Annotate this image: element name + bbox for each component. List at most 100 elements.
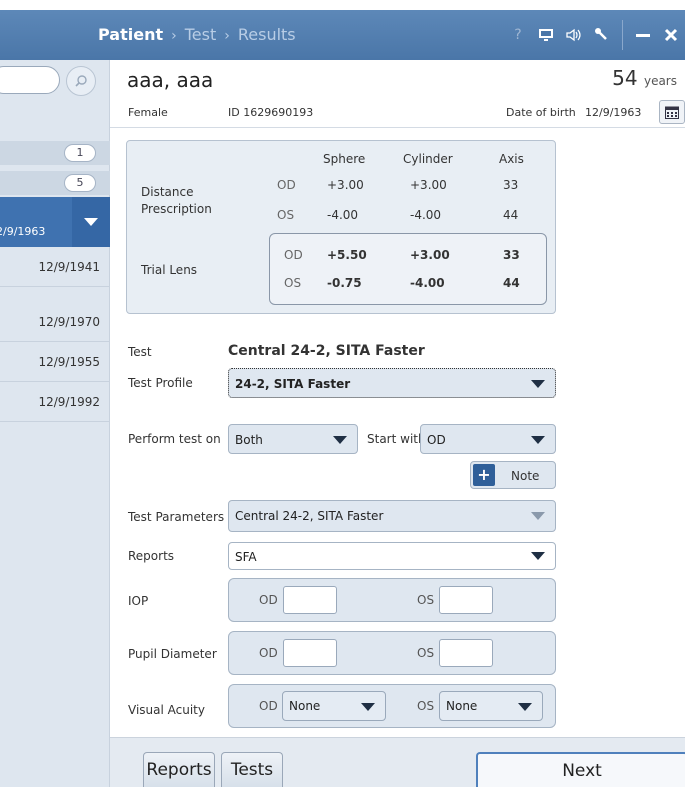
trial-os-sphere: -0.75 <box>327 276 362 290</box>
sidebar-group[interactable]: 5 <box>0 171 110 195</box>
next-button[interactable]: Next <box>476 752 685 787</box>
search-input[interactable] <box>0 66 60 94</box>
note-button-label: Note <box>511 469 540 483</box>
chevron-down-icon <box>361 703 375 711</box>
calendar-icon <box>665 106 679 119</box>
list-item-date: 12/9/1955 <box>38 355 100 369</box>
test-profile-label: Test Profile <box>128 376 193 390</box>
search-button[interactable] <box>66 66 96 96</box>
app-window: Patient › Test › Results ? 1 5 2/9/1963 … <box>0 0 685 787</box>
axis-header: Axis <box>499 152 524 166</box>
start-with-value: OD <box>427 433 446 447</box>
reports-label: Reports <box>128 549 175 563</box>
perform-test-select[interactable]: Both <box>228 424 358 454</box>
minimize-icon[interactable] <box>629 22 657 48</box>
chevron-right-icon: › <box>171 28 177 44</box>
visual-acuity-group: OD None OS None <box>228 684 556 728</box>
list-item-date: 12/9/1992 <box>38 395 100 409</box>
monitor-icon[interactable] <box>532 22 560 48</box>
speaker-icon[interactable] <box>560 22 588 48</box>
pupil-os-input[interactable] <box>439 639 493 667</box>
start-with-label: Start with <box>367 432 426 446</box>
top-bar: Patient › Test › Results ? <box>0 10 685 60</box>
od-label: OD <box>284 248 303 262</box>
prescription-panel: Sphere Cylinder Axis Distance Prescripti… <box>126 140 556 314</box>
search-icon <box>75 75 87 87</box>
patient-sidebar: 1 5 2/9/1963 12/9/1941 12/9/1970 12/9/19… <box>0 60 110 787</box>
od-label: OD <box>277 178 296 192</box>
test-parameters-value: Central 24-2, SITA Faster <box>235 509 384 523</box>
distance-od-cylinder: +3.00 <box>410 178 447 192</box>
count-badge: 1 <box>64 144 96 162</box>
distance-od-sphere: +3.00 <box>327 178 364 192</box>
trial-lens-label: Trial Lens <box>141 263 198 277</box>
trial-od-axis: 33 <box>503 248 520 262</box>
list-item[interactable]: 12/9/1970 <box>0 302 110 342</box>
patient-id-value: 1629690193 <box>243 106 314 119</box>
list-item[interactable]: 12/9/1992 <box>0 382 110 422</box>
patient-name: aaa, aaa <box>127 68 214 92</box>
chevron-right-icon: › <box>224 28 230 44</box>
wrench-icon[interactable] <box>588 22 616 48</box>
od-label: OD <box>259 699 278 713</box>
cylinder-header: Cylinder <box>403 152 453 166</box>
start-with-select[interactable]: OD <box>420 424 556 454</box>
iop-os-input[interactable] <box>439 586 493 614</box>
reports-value: SFA <box>235 550 257 564</box>
close-icon[interactable] <box>657 22 685 48</box>
os-label: OS <box>284 276 302 290</box>
list-item[interactable]: 12/9/1941 <box>0 247 110 287</box>
test-parameters-label: Test Parameters <box>128 510 225 524</box>
chevron-down-icon <box>518 703 532 711</box>
od-label: OD <box>259 593 278 607</box>
trial-os-axis: 44 <box>503 276 520 290</box>
sidebar-group[interactable]: 1 <box>0 141 110 165</box>
visual-acuity-od-select[interactable]: None <box>282 691 386 721</box>
test-profile-select[interactable]: 24-2, SITA Faster <box>228 368 556 398</box>
iop-od-input[interactable] <box>283 586 337 614</box>
breadcrumb-results[interactable]: Results <box>238 25 296 44</box>
dob-value: 12/9/1963 <box>585 106 642 119</box>
patient-age-value: 54 <box>612 66 638 90</box>
patient-id-label: ID <box>228 106 240 119</box>
patient-id: ID 1629690193 <box>228 106 313 119</box>
iop-label: IOP <box>128 594 149 608</box>
trial-od-cylinder: +3.00 <box>410 248 450 262</box>
os-label: OS <box>417 699 435 713</box>
calendar-button[interactable] <box>659 100 685 124</box>
iop-group: OD OS <box>228 578 556 622</box>
help-icon[interactable]: ? <box>504 22 532 48</box>
test-parameters-select[interactable]: Central 24-2, SITA Faster <box>228 500 556 532</box>
breadcrumb-test[interactable]: Test <box>185 25 217 44</box>
chevron-down-icon <box>531 380 545 388</box>
trial-lens-box[interactable]: OD +5.50 +3.00 33 OS -0.75 -4.00 44 <box>269 233 547 305</box>
visual-acuity-od-value: None <box>289 699 321 713</box>
visual-acuity-label: Visual Acuity <box>128 703 205 717</box>
test-label: Test <box>128 345 152 359</box>
dob-label: Date of birth <box>506 106 576 119</box>
count-badge: 5 <box>64 174 96 192</box>
add-note-button[interactable]: + Note <box>470 461 556 489</box>
trial-od-sphere: +5.50 <box>327 248 367 262</box>
chevron-down-icon <box>531 436 545 444</box>
visual-acuity-os-value: None <box>446 699 478 713</box>
test-value: Central 24-2, SITA Faster <box>228 343 425 359</box>
distance-od-axis: 33 <box>503 178 519 192</box>
visual-acuity-os-select[interactable]: None <box>439 691 543 721</box>
list-item[interactable]: 12/9/1955 <box>0 342 110 382</box>
reports-select[interactable]: SFA <box>228 542 556 570</box>
breadcrumb-patient[interactable]: Patient <box>98 25 163 44</box>
chevron-down-icon <box>531 552 545 560</box>
pupil-od-input[interactable] <box>283 639 337 667</box>
distance-os-sphere: -4.00 <box>327 208 359 222</box>
trial-os-cylinder: -4.00 <box>410 276 445 290</box>
patient-dropdown-button[interactable] <box>72 197 110 247</box>
test-profile-value: 24-2, SITA Faster <box>235 377 351 391</box>
distance-os-cylinder: -4.00 <box>410 208 442 222</box>
tests-button[interactable]: Tests <box>221 752 283 787</box>
distance-prescription-label-line1: Distance <box>141 185 194 199</box>
sidebar-selected-patient[interactable]: 2/9/1963 <box>0 197 110 247</box>
od-label: OD <box>259 646 278 660</box>
reports-button[interactable]: Reports <box>143 752 215 787</box>
list-item-date: 12/9/1941 <box>38 260 100 274</box>
